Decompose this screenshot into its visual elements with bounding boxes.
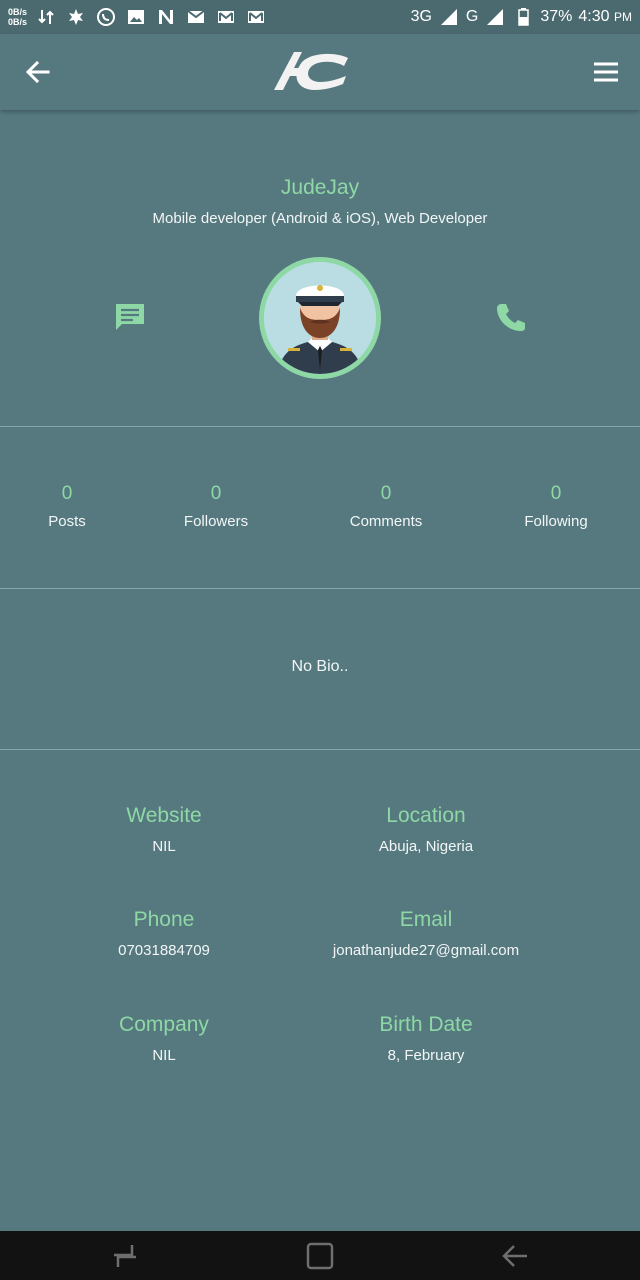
stat-following[interactable]: 0 Following bbox=[481, 483, 631, 530]
app-bar: </> bbox=[0, 34, 640, 110]
divider bbox=[0, 749, 640, 750]
status-bar: 0B/s 0B/s 3G G 37% 4:30 PM bbox=[0, 0, 640, 34]
profile-name: JudeJay bbox=[280, 176, 360, 199]
status-right: 3G G 37% 4:30 PM bbox=[411, 7, 632, 27]
signal-icon-2 bbox=[484, 7, 506, 27]
divider bbox=[0, 588, 640, 589]
detail-label: Birth Date bbox=[379, 1013, 473, 1036]
stat-count: 0 bbox=[61, 483, 73, 504]
signal-icon bbox=[438, 7, 460, 27]
detail-location: Location Abuja, Nigeria bbox=[276, 804, 576, 855]
gmail-icon bbox=[215, 7, 237, 27]
n-app-icon bbox=[155, 7, 177, 27]
mail-icon bbox=[185, 7, 207, 27]
battery-percent: 37% bbox=[540, 8, 573, 25]
avatar-image bbox=[264, 262, 376, 374]
captain-avatar-icon bbox=[264, 262, 376, 374]
detail-label: Phone bbox=[133, 908, 195, 931]
detail-value[interactable]: 07031884709 bbox=[14, 942, 314, 959]
clock-time: 4:30 PM bbox=[578, 8, 632, 26]
app-logo: </> bbox=[272, 50, 352, 92]
stat-count: 0 bbox=[380, 483, 392, 504]
detail-value[interactable]: NIL bbox=[14, 838, 314, 855]
hamburger-menu-icon bbox=[594, 62, 618, 82]
stat-label: Following bbox=[524, 513, 588, 530]
call-button[interactable] bbox=[492, 300, 528, 336]
detail-value[interactable]: jonathanjude27@gmail.com bbox=[276, 942, 576, 959]
message-icon bbox=[116, 304, 144, 330]
recent-apps-button[interactable] bbox=[110, 1241, 140, 1271]
stat-posts[interactable]: 0 Posts bbox=[0, 483, 142, 530]
network-3g-label: 3G bbox=[410, 8, 432, 25]
stat-count: 0 bbox=[210, 483, 222, 504]
menu-button[interactable] bbox=[590, 56, 622, 88]
profile-title: Mobile developer (Android & iOS), Web De… bbox=[152, 210, 488, 227]
gmail-icon-2 bbox=[245, 7, 267, 27]
app-notification-icon bbox=[65, 7, 87, 27]
home-button[interactable] bbox=[305, 1241, 335, 1271]
battery-icon bbox=[512, 7, 534, 27]
stats-row: 0 Posts 0 Followers 0 Comments 0 Followi… bbox=[0, 427, 640, 587]
clock-time-value: 4:30 bbox=[578, 8, 610, 25]
detail-label: Email bbox=[399, 908, 453, 931]
phone-icon bbox=[497, 304, 525, 331]
bio-text: No Bio.. bbox=[291, 658, 349, 675]
system-nav-bar bbox=[0, 1231, 640, 1280]
back-button[interactable] bbox=[22, 56, 54, 88]
detail-phone: Phone 07031884709 bbox=[14, 908, 314, 959]
nav-back-button[interactable] bbox=[500, 1241, 530, 1271]
home-icon bbox=[306, 1242, 334, 1270]
detail-value: 8, February bbox=[387, 1047, 465, 1064]
logo-code-mark: </> bbox=[318, 68, 334, 78]
detail-company: Company NIL bbox=[14, 1013, 314, 1064]
profile-header: JudeJay Mobile developer (Android & iOS)… bbox=[0, 110, 640, 426]
network-g-label: G bbox=[465, 8, 479, 25]
stat-followers[interactable]: 0 Followers bbox=[141, 483, 291, 530]
stat-comments[interactable]: 0 Comments bbox=[311, 483, 461, 530]
detail-label: Company bbox=[119, 1013, 209, 1036]
whatsapp-icon bbox=[95, 7, 117, 27]
clock-ampm: PM bbox=[614, 10, 632, 24]
stat-label: Followers bbox=[183, 513, 249, 530]
detail-value: Abuja, Nigeria bbox=[378, 838, 474, 855]
detail-email: Email jonathanjude27@gmail.com bbox=[276, 908, 576, 959]
recent-apps-icon bbox=[114, 1245, 136, 1267]
avatar[interactable] bbox=[259, 257, 381, 379]
stat-label: Comments bbox=[349, 513, 423, 530]
arrow-back-icon bbox=[25, 60, 50, 84]
data-transfer-icon bbox=[35, 7, 57, 27]
detail-label: Website bbox=[126, 804, 202, 827]
stat-label: Posts bbox=[48, 513, 86, 530]
detail-value: NIL bbox=[152, 1047, 176, 1064]
detail-label: Location bbox=[386, 804, 466, 827]
nav-back-icon bbox=[502, 1245, 527, 1267]
message-button[interactable] bbox=[112, 300, 148, 336]
net-down-speed: 0B/s bbox=[8, 17, 28, 27]
stat-count: 0 bbox=[550, 483, 562, 504]
image-icon bbox=[125, 7, 147, 27]
network-speed: 0B/s 0B/s bbox=[8, 7, 27, 27]
status-left: 0B/s 0B/s bbox=[8, 7, 267, 27]
detail-website: Website NIL bbox=[14, 804, 314, 855]
detail-birth-date: Birth Date 8, February bbox=[276, 1013, 576, 1064]
net-up-speed: 0B/s bbox=[8, 7, 28, 17]
